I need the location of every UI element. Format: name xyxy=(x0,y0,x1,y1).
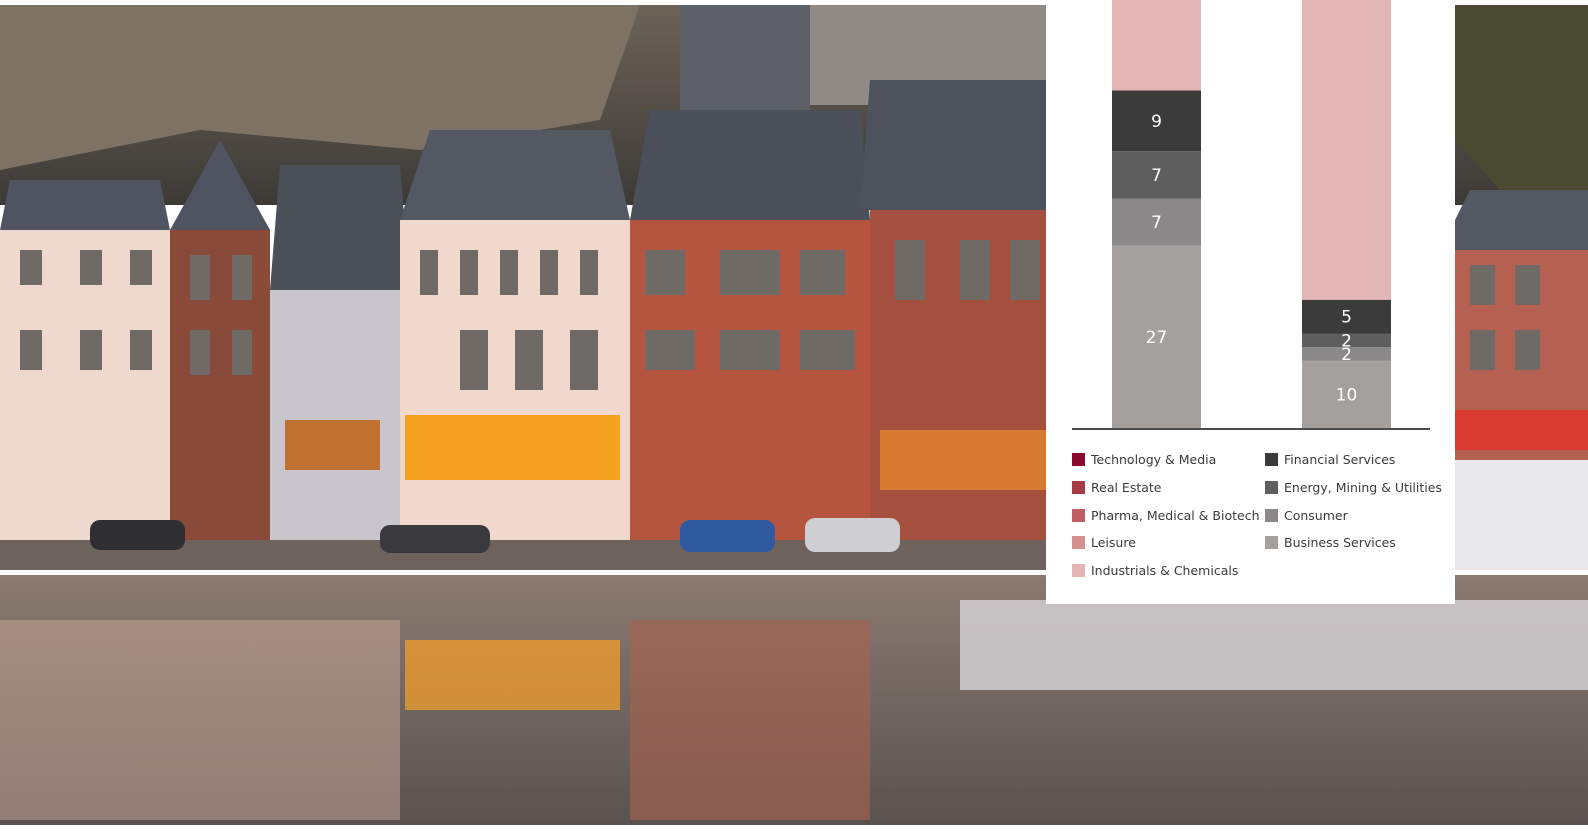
legend-swatch xyxy=(1265,536,1278,550)
legend-label: Pharma, Medical & Biotech xyxy=(1091,507,1260,523)
stacked-bar-chart: 2777910225 xyxy=(1072,0,1430,430)
legend-item: Financial Services xyxy=(1265,446,1442,474)
data-label: 27 xyxy=(1146,328,1168,348)
data-label: 7 xyxy=(1151,213,1162,233)
legend-swatch xyxy=(1265,453,1278,467)
legend-item: Consumer xyxy=(1265,501,1442,529)
legend-item: Industrials & Chemicals xyxy=(1072,557,1260,585)
data-label: 9 xyxy=(1151,112,1162,132)
legend-swatch xyxy=(1265,508,1278,522)
data-label: 2 xyxy=(1341,331,1352,351)
legend-item: Leisure xyxy=(1072,529,1260,557)
legend-label: Real Estate xyxy=(1091,480,1162,496)
data-label: 7 xyxy=(1151,166,1162,186)
bar-segment xyxy=(1302,0,1391,300)
legend-right: Financial Services Energy, Mining & Utili… xyxy=(1265,446,1442,557)
legend-swatch xyxy=(1072,536,1085,550)
chart-card: 27 7 7 9 10 2 2 5 Technology & Media Real Estate… xyxy=(1046,0,1455,604)
legend-label: Consumer xyxy=(1284,507,1348,523)
legend-item: Pharma, Medical & Biotech xyxy=(1072,501,1260,529)
legend-swatch xyxy=(1072,508,1085,522)
data-label: 5 xyxy=(1341,308,1352,328)
legend-item: Technology & Media xyxy=(1072,446,1260,474)
legend-swatch xyxy=(1072,564,1085,578)
data-label: 10 xyxy=(1336,385,1358,405)
legend-item: Business Services xyxy=(1265,529,1442,557)
legend-label: Industrials & Chemicals xyxy=(1091,563,1239,579)
legend-label: Technology & Media xyxy=(1091,452,1217,468)
legend-label: Business Services xyxy=(1284,535,1396,551)
bar-segment xyxy=(1112,0,1201,91)
legend-item: Energy, Mining & Utilities xyxy=(1265,474,1442,502)
legend-left: Technology & Media Real Estate Pharma, Med… xyxy=(1072,446,1260,584)
legend-item: Real Estate xyxy=(1072,474,1260,502)
legend-swatch xyxy=(1072,481,1085,495)
legend-label: Leisure xyxy=(1091,535,1136,551)
legend-label: Energy, Mining & Utilities xyxy=(1284,480,1442,496)
legend-swatch xyxy=(1265,481,1278,495)
legend-swatch xyxy=(1072,453,1085,467)
legend-label: Financial Services xyxy=(1284,452,1396,468)
